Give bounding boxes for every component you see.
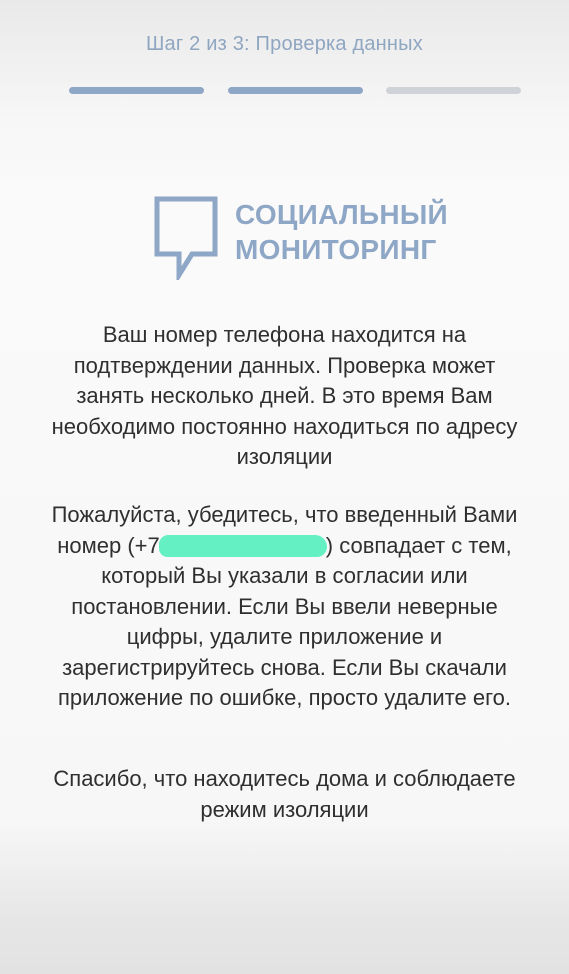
logo: СОЦИАЛЬНЫЙ МОНИТОРИНГ bbox=[154, 196, 454, 286]
thanks-message: Спасибо, что находитесь дома и соблюдает… bbox=[53, 766, 516, 822]
logo-line-2: МОНИТОРИНГ bbox=[235, 234, 437, 265]
logo-line-1: СОЦИАЛЬНЫЙ bbox=[235, 199, 448, 230]
progress-step-3 bbox=[386, 87, 521, 94]
phone-check-message: Пожалуйста, убедитесь, что введенный Вам… bbox=[40, 500, 529, 714]
screen: Шаг 2 из 3: Проверка данных СОЦИАЛЬНЫЙ М… bbox=[0, 0, 569, 974]
speech-bubble-icon bbox=[154, 196, 218, 280]
step-title: Шаг 2 из 3: Проверка данных bbox=[146, 33, 423, 55]
progress-step-2 bbox=[228, 87, 363, 94]
progress-indicator bbox=[69, 87, 521, 94]
verification-message: Ваш номер телефона находится на подтверж… bbox=[51, 322, 518, 469]
phone-check-text-after: ) совпадает с тем, который Вы указали в … bbox=[58, 532, 512, 711]
redacted-phone-number bbox=[158, 534, 327, 557]
progress-step-1 bbox=[69, 87, 204, 94]
logo-text: СОЦИАЛЬНЫЙ МОНИТОРИНГ bbox=[235, 197, 448, 267]
